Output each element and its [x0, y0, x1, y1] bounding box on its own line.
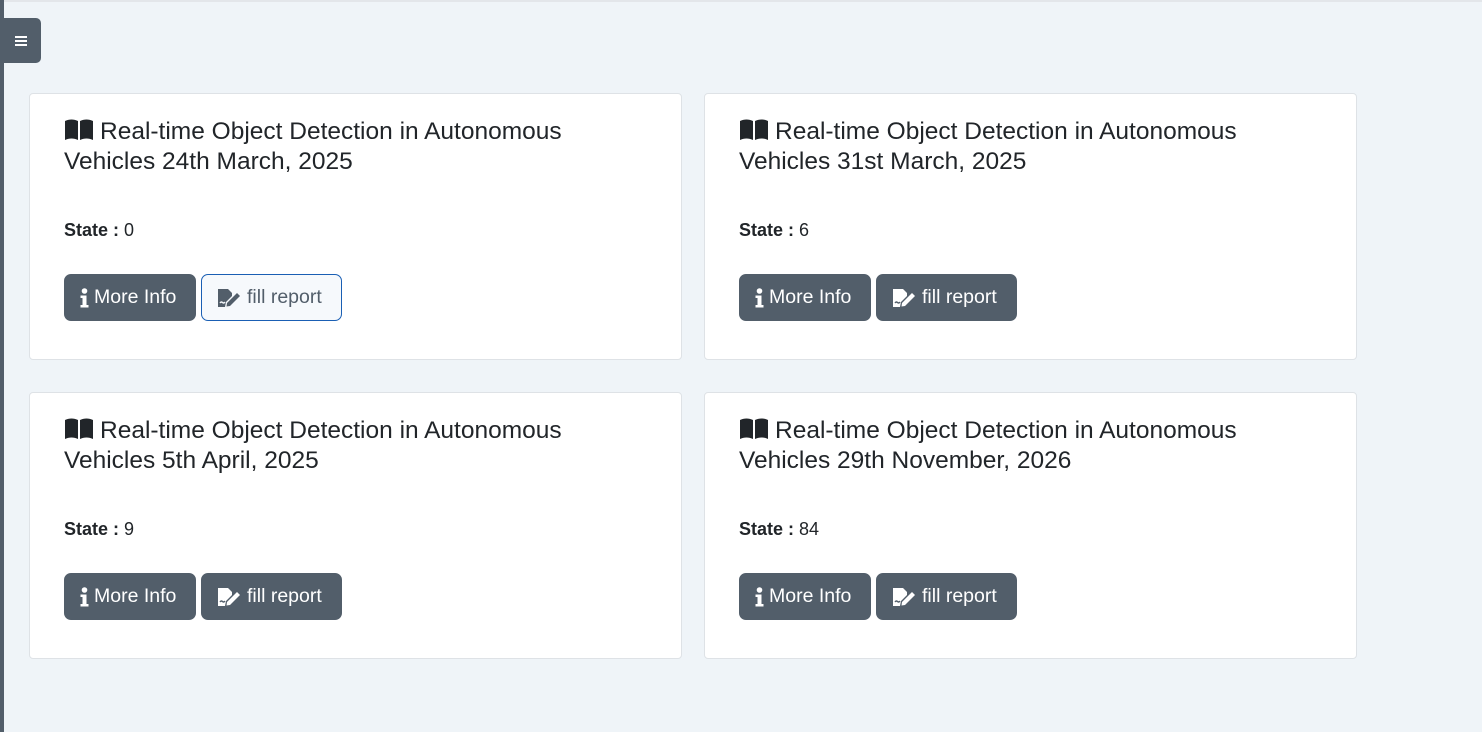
info-icon — [80, 586, 89, 606]
card-title: Real-time Object Detection in Autonomous… — [739, 416, 1319, 476]
more-info-label: More Info — [769, 286, 852, 308]
top-divider — [0, 0, 1482, 2]
fill-report-button[interactable]: fill report — [876, 573, 1017, 620]
book-open-icon — [65, 119, 93, 140]
card-actions: More Info fill report — [64, 573, 342, 620]
card-title-text: Real-time Object Detection in Autonomous… — [64, 118, 562, 175]
card-actions: More Info fill report — [739, 274, 1017, 321]
fill-report-button[interactable]: fill report — [201, 274, 342, 321]
state-row: State : 84 — [739, 518, 819, 540]
file-signature-icon — [893, 587, 915, 606]
state-row: State : 6 — [739, 219, 809, 241]
book-open-icon — [740, 119, 768, 140]
file-signature-icon — [218, 587, 240, 606]
info-icon — [80, 287, 89, 307]
hamburger-menu-icon — [14, 35, 27, 46]
card-title-text: Real-time Object Detection in Autonomous… — [739, 118, 1237, 175]
fill-report-button[interactable]: fill report — [876, 274, 1017, 321]
fill-report-button[interactable]: fill report — [201, 573, 342, 620]
report-card: Real-time Object Detection in Autonomous… — [29, 392, 682, 659]
report-card: Real-time Object Detection in Autonomous… — [29, 93, 682, 360]
card-title-text: Real-time Object Detection in Autonomous… — [64, 417, 562, 474]
state-value: 6 — [799, 220, 810, 240]
state-label: State : — [64, 519, 120, 539]
fill-report-label: fill report — [247, 585, 322, 607]
book-open-icon — [740, 418, 768, 439]
more-info-button[interactable]: More Info — [739, 573, 871, 620]
more-info-button[interactable]: More Info — [739, 274, 871, 321]
card-actions: More Info fill report — [64, 274, 342, 321]
state-row: State : 9 — [64, 518, 134, 540]
sidebar-toggle-button[interactable] — [0, 18, 41, 63]
card-title-text: Real-time Object Detection in Autonomous… — [739, 417, 1237, 474]
file-signature-icon — [218, 288, 240, 307]
state-label: State : — [739, 519, 795, 539]
fill-report-label: fill report — [247, 286, 322, 308]
more-info-button[interactable]: More Info — [64, 274, 196, 321]
more-info-label: More Info — [94, 286, 177, 308]
report-card: Real-time Object Detection in Autonomous… — [704, 93, 1357, 360]
state-label: State : — [739, 220, 795, 240]
fill-report-label: fill report — [922, 286, 997, 308]
card-actions: More Info fill report — [739, 573, 1017, 620]
book-open-icon — [65, 418, 93, 439]
fill-report-label: fill report — [922, 585, 997, 607]
more-info-button[interactable]: More Info — [64, 573, 196, 620]
card-title: Real-time Object Detection in Autonomous… — [64, 416, 644, 476]
state-value: 0 — [124, 220, 135, 240]
card-title: Real-time Object Detection in Autonomous… — [64, 117, 644, 177]
card-title: Real-time Object Detection in Autonomous… — [739, 117, 1319, 177]
page: Real-time Object Detection in Autonomous… — [0, 0, 1482, 732]
state-label: State : — [64, 220, 120, 240]
more-info-label: More Info — [769, 585, 852, 607]
info-icon — [755, 287, 764, 307]
report-card: Real-time Object Detection in Autonomous… — [704, 392, 1357, 659]
state-value: 84 — [799, 519, 820, 539]
file-signature-icon — [893, 288, 915, 307]
sidebar-rail — [0, 0, 4, 732]
state-value: 9 — [124, 519, 135, 539]
more-info-label: More Info — [94, 585, 177, 607]
state-row: State : 0 — [64, 219, 134, 241]
info-icon — [755, 586, 764, 606]
